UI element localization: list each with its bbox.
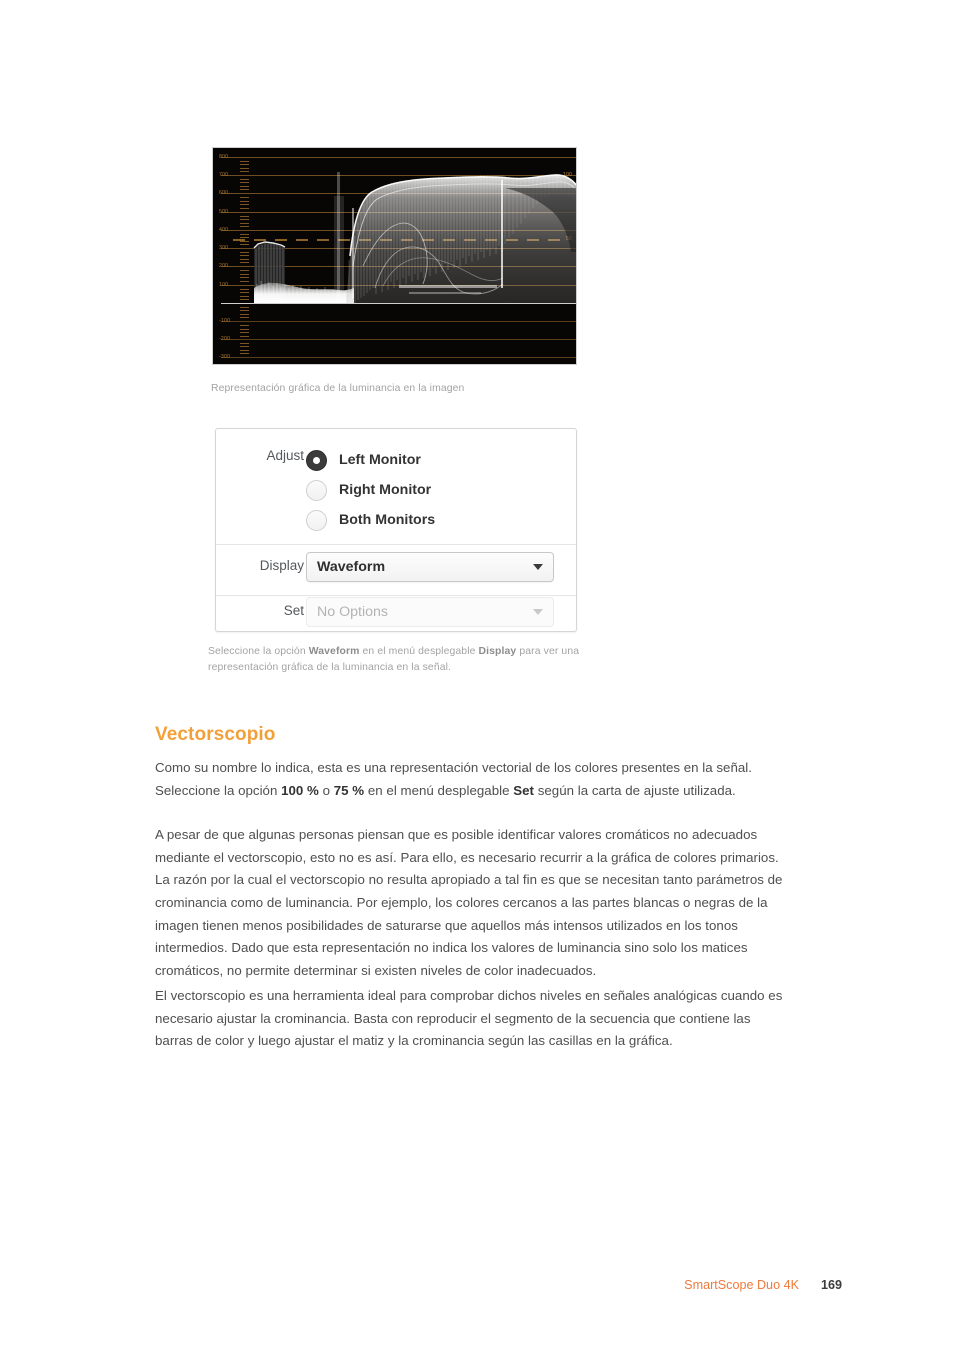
waveform-luminance-trace bbox=[253, 172, 576, 303]
paragraph-explanation: A pesar de que algunas personas piensan … bbox=[155, 827, 783, 978]
caption-part-1: Seleccione la opción bbox=[208, 646, 309, 657]
radio-unselected-icon[interactable] bbox=[306, 479, 327, 501]
document-page: 800 700 600 500 400 300 200 100 -100 -20… bbox=[0, 0, 954, 1350]
caption-bold-display: Display bbox=[478, 646, 517, 657]
set-label: Set bbox=[283, 603, 304, 618]
radio-label-both-monitors: Both Monitors bbox=[339, 512, 436, 528]
set-dropdown-value: No Options bbox=[317, 604, 388, 620]
paragraph-usage: El vectorscopio es una herramienta ideal… bbox=[155, 988, 783, 1049]
figure-caption-waveform: Representación gráfica de la luminancia … bbox=[211, 383, 465, 394]
para1-part-4: según la carta de ajuste utilizada. bbox=[533, 782, 736, 798]
radio-option-left-monitor[interactable]: Left Monitor bbox=[304, 445, 435, 475]
para1-bold-set: Set bbox=[513, 782, 534, 798]
para1-bold-100: 100 % bbox=[281, 782, 319, 798]
set-dropdown[interactable]: No Options bbox=[306, 597, 554, 627]
waveform-monitor-figure: 800 700 600 500 400 300 200 100 -100 -20… bbox=[212, 147, 577, 365]
footer-page-number: 169 bbox=[820, 1278, 842, 1292]
caption-bold-waveform: Waveform bbox=[308, 646, 360, 657]
display-label: Display bbox=[259, 558, 304, 573]
dialog-divider-2 bbox=[216, 595, 576, 596]
page-footer: SmartScope Duo 4K 169 bbox=[0, 1278, 954, 1292]
adjust-label: Adjust bbox=[266, 448, 304, 463]
figure-caption-dialog: Seleccione la opción Waveform en el menú… bbox=[208, 644, 628, 675]
caption-part-2: en el menú desplegable bbox=[359, 646, 479, 657]
para1-bold-75: 75 % bbox=[333, 782, 365, 798]
display-dropdown-value: Waveform bbox=[317, 559, 386, 575]
adjust-settings-dialog: Adjust Left Monitor Right Monitor Both M… bbox=[215, 428, 577, 632]
radio-label-right-monitor: Right Monitor bbox=[339, 482, 432, 498]
footer-product-name: SmartScope Duo 4K bbox=[684, 1278, 799, 1292]
radio-label-left-monitor: Left Monitor bbox=[339, 452, 421, 468]
waveform-plot-area: 800 700 600 500 400 300 200 100 -100 -20… bbox=[213, 148, 576, 364]
chevron-down-icon bbox=[533, 609, 543, 615]
radio-option-both-monitors[interactable]: Both Monitors bbox=[304, 505, 435, 535]
chevron-down-icon bbox=[533, 564, 543, 570]
radio-selected-icon[interactable] bbox=[306, 449, 327, 471]
page-title: Vectorscopio bbox=[155, 723, 276, 745]
radio-unselected-icon[interactable] bbox=[306, 509, 327, 531]
dialog-divider-1 bbox=[216, 544, 576, 545]
para1-part-2: o bbox=[318, 782, 334, 798]
display-dropdown[interactable]: Waveform bbox=[306, 552, 554, 582]
paragraph-intro: Como su nombre lo indica, esta es una re… bbox=[155, 757, 791, 802]
radio-option-right-monitor[interactable]: Right Monitor bbox=[304, 475, 435, 505]
para1-part-3: en el menú desplegable bbox=[364, 782, 514, 798]
